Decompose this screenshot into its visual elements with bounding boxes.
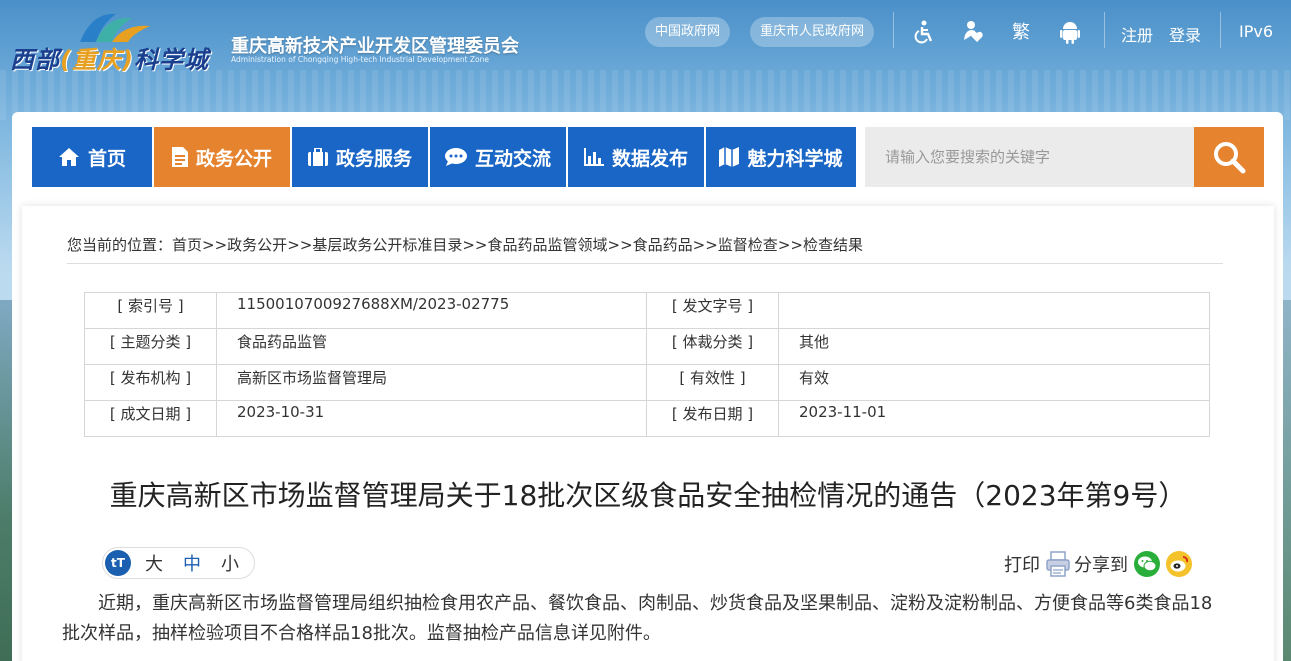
search-input[interactable] [865, 127, 1195, 187]
main-panel: 首页 政务公开 政务服务 互动交流 数据发布 魅力科学城 您当前的位置：首页>>… [12, 112, 1283, 661]
logo-text: 西部(重庆)科学城 [10, 40, 209, 75]
metadata-table: [ 索引号 ] 1150010700927688XM/2023-02775 [ … [84, 292, 1210, 437]
nav-item-label: 首页 [87, 147, 126, 170]
traditional-chinese-toggle[interactable]: 繁 [1009, 20, 1033, 46]
bar-chart-icon [583, 148, 604, 166]
meta-value [778, 292, 1210, 329]
logo-paren-close: ) [121, 46, 134, 74]
metadata-row: [ 发布机构 ] 高新区市场监督管理局 [ 有效性 ] 有效 [84, 364, 1210, 401]
nav-item-interaction[interactable]: 互动交流 [430, 127, 566, 187]
meta-label: [ 体裁分类 ] [646, 328, 779, 365]
breadcrumb-separator: >> [287, 236, 313, 254]
map-icon [719, 147, 740, 167]
metadata-row: [ 索引号 ] 1150010700927688XM/2023-02775 [ … [84, 292, 1210, 329]
meta-label: [ 索引号 ] [84, 292, 217, 329]
breadcrumb-separator: >> [777, 236, 803, 254]
nav-item-label: 数据发布 [611, 147, 688, 170]
search-icon [1214, 142, 1246, 174]
article-card: 您当前的位置：首页>>政务公开>>基层政务公开标准目录>>食品药品监管领域>>食… [22, 206, 1274, 661]
logo-text-chongqing: 重庆 [71, 46, 122, 74]
font-size-icon: tT [105, 550, 131, 576]
meta-value: 其他 [778, 328, 1210, 365]
link-gov-cn[interactable]: 中国政府网 [645, 17, 731, 47]
breadcrumb-link[interactable]: 首页 [172, 236, 202, 254]
font-size-medium-button[interactable]: 中 [183, 550, 201, 576]
logo-fan-icon [80, 13, 150, 42]
meta-label: [ 有效性 ] [646, 364, 779, 401]
meta-label: [ 主题分类 ] [84, 328, 217, 365]
nav-item-label: 政务服务 [335, 147, 412, 170]
breadcrumb-prefix: 您当前的位置： [67, 236, 173, 254]
meta-value: 2023-10-31 [216, 400, 647, 437]
document-icon [171, 147, 188, 167]
breadcrumb: 您当前的位置：首页>>政务公开>>基层政务公开标准目录>>食品药品监管领域>>食… [67, 234, 1223, 264]
nav-item-label: 互动交流 [474, 147, 551, 170]
elderly-care-icon[interactable] [963, 20, 987, 46]
breadcrumb-link[interactable]: 政务公开 [227, 236, 287, 254]
site-subtitle: Administration of Chongqing High-tech In… [231, 55, 489, 64]
metadata-row: [ 主题分类 ] 食品药品监管 [ 体裁分类 ] 其他 [84, 328, 1210, 365]
font-size-small-button[interactable]: 小 [221, 550, 239, 576]
nav-item-data-release[interactable]: 数据发布 [568, 127, 704, 187]
share-label: 分享到 [1074, 555, 1128, 576]
nav-item-label: 魅力科学城 [747, 147, 843, 170]
wechat-share-icon[interactable] [1134, 551, 1160, 577]
breadcrumb-link[interactable]: 基层政务公开标准目录 [312, 236, 462, 254]
metadata-row: [ 成文日期 ] 2023-10-31 [ 发布日期 ] 2023-11-01 [84, 400, 1210, 437]
chat-icon [444, 148, 467, 166]
briefcase-icon [307, 148, 328, 166]
site-logo[interactable]: 西部(重庆)科学城 [10, 10, 225, 74]
breadcrumb-separator: >> [692, 236, 718, 254]
article-tools: 打印 分享到 [1004, 549, 1192, 579]
logo-text-west: 西部 [10, 46, 60, 74]
register-link[interactable]: 注册 [1121, 22, 1153, 46]
breadcrumb-link[interactable]: 监督检查 [718, 236, 778, 254]
print-button[interactable]: 打印 [1004, 551, 1040, 577]
article-title: 重庆高新区市场监督管理局关于18批次区级食品安全抽检情况的通告（2023年第9号… [109, 479, 1187, 512]
breadcrumb-link[interactable]: 检查结果 [803, 236, 863, 254]
font-size-large-button[interactable]: 大 [145, 550, 163, 576]
logo-paren-open: ( [60, 46, 72, 74]
font-size-control: tT 大 中 小 [102, 547, 255, 579]
printer-icon[interactable] [1046, 551, 1070, 577]
nav-item-label: 政务公开 [195, 147, 272, 170]
accessibility-icon[interactable] [913, 20, 937, 46]
logo-text-science-city: 科学城 [133, 46, 209, 74]
nav-item-gov-services[interactable]: 政务服务 [292, 127, 428, 187]
breadcrumb-link[interactable]: 食品药品监管领域 [487, 236, 607, 254]
weibo-share-icon[interactable] [1166, 551, 1192, 577]
meta-value: 有效 [778, 364, 1210, 401]
article-body: 近期，重庆高新区市场监督管理局组织抽检食用农产品、餐饮食品、肉制品、炒货食品及坚… [62, 593, 1213, 644]
meta-label: [ 发布日期 ] [646, 400, 779, 437]
site-header: 西部(重庆)科学城 重庆高新技术产业开发区管理委员会 Administratio… [0, 0, 1291, 112]
main-nav: 首页 政务公开 政务服务 互动交流 数据发布 魅力科学城 [32, 127, 858, 187]
breadcrumb-separator: >> [202, 236, 228, 254]
nav-item-home[interactable]: 首页 [32, 127, 152, 187]
meta-label: [ 发布机构 ] [84, 364, 217, 401]
header-divider [1220, 12, 1221, 48]
login-link[interactable]: 登录 [1169, 22, 1201, 46]
ipv6-badge: IPv6 [1239, 22, 1274, 41]
meta-value: 高新区市场监督管理局 [216, 364, 647, 401]
meta-label: [ 成文日期 ] [84, 400, 217, 437]
meta-label: [ 发文字号 ] [646, 292, 779, 329]
header-divider [893, 12, 894, 48]
nav-item-gov-affairs[interactable]: 政务公开 [154, 127, 290, 187]
search-button[interactable] [1194, 127, 1264, 187]
breadcrumb-separator: >> [462, 236, 488, 254]
link-cq-gov[interactable]: 重庆市人民政府网 [750, 17, 875, 47]
nav-item-science-city[interactable]: 魅力科学城 [706, 127, 856, 187]
meta-value: 2023-11-01 [778, 400, 1210, 437]
android-icon[interactable] [1058, 20, 1082, 46]
breadcrumb-separator: >> [607, 236, 633, 254]
header-divider [1104, 12, 1105, 48]
breadcrumb-link[interactable]: 食品药品 [633, 236, 693, 254]
home-icon [58, 148, 79, 166]
meta-value: 食品药品监管 [216, 328, 647, 365]
meta-value: 1150010700927688XM/2023-02775 [216, 292, 647, 329]
